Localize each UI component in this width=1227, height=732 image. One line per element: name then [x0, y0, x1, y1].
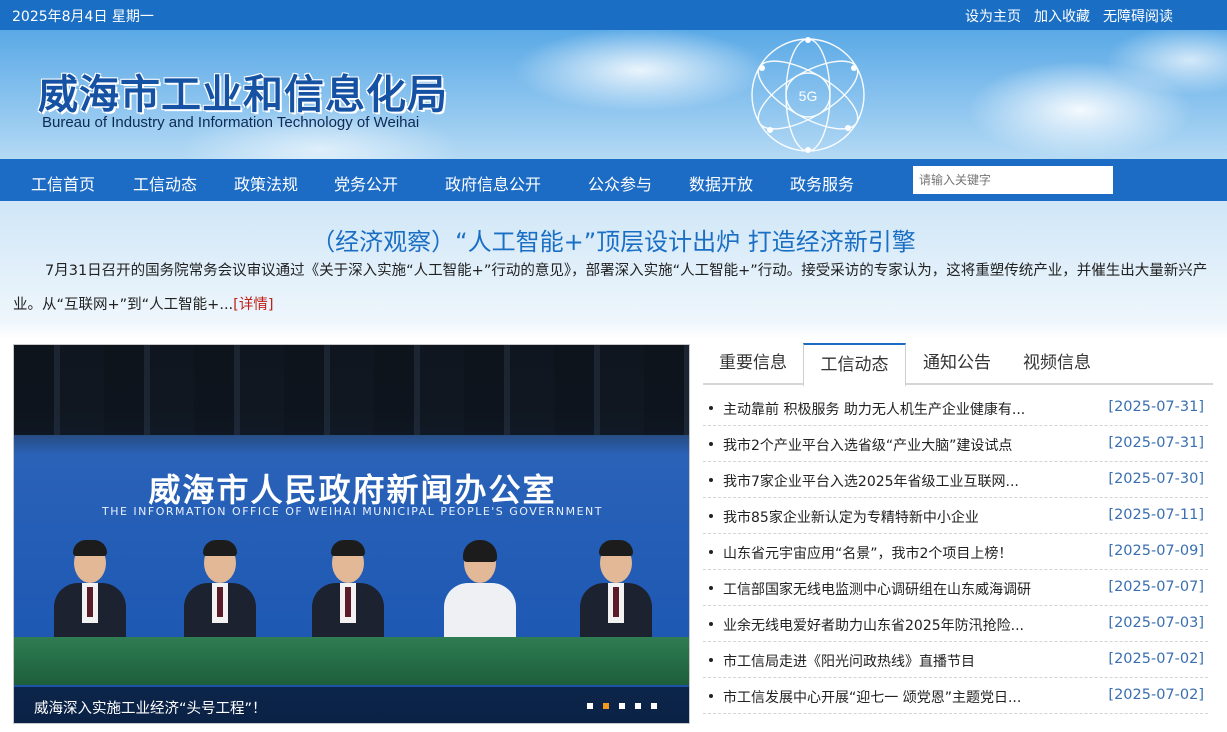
news-title[interactable]: 市工信发展中心开展“迎七一 颂党恩”主题党日... — [723, 687, 1083, 707]
backdrop-subtitle: THE INFORMATION OFFICE OF WEIHAI MUNICIP… — [101, 505, 604, 518]
slide-dot-active[interactable] — [603, 703, 609, 709]
nav-item-home[interactable]: 工信首页 — [31, 171, 95, 195]
tab-videos[interactable]: 视频信息 — [1008, 343, 1106, 385]
nav-item-policy[interactable]: 政策法规 — [234, 171, 298, 195]
nav-item-open-data[interactable]: 数据开放 — [689, 171, 753, 195]
top-bar: 2025年8月4日 星期一 设为主页 加入收藏 无障碍阅读 — [0, 0, 1227, 30]
news-date: [2025-07-09] — [1108, 543, 1204, 559]
bullet-icon — [709, 478, 713, 482]
nav-item-services[interactable]: 政务服务 — [790, 171, 854, 195]
tab-industry-news[interactable]: 工信动态 — [803, 343, 906, 387]
news-date: [2025-07-30] — [1108, 471, 1204, 487]
accessibility-link[interactable]: 无障碍阅读 — [1103, 6, 1173, 26]
news-title[interactable]: 我市7家企业平台入选2025年省级工业互联网... — [723, 471, 1083, 491]
detail-link[interactable]: [详情] — [233, 297, 273, 313]
list-item[interactable]: 业余无线电爱好者助力山东省2025年防汛抢险... [2025-07-03] — [703, 606, 1208, 642]
site-header: 威海市工业和信息化局 Bureau of Industry and Inform… — [0, 30, 1227, 159]
nav-item-gov-info[interactable]: 政府信息公开 — [445, 171, 541, 195]
tab-important[interactable]: 重要信息 — [703, 343, 803, 385]
headline-summary-text: 7月31日召开的国务院常务会议审议通过《关于深入实施“人工智能+”行动的意见》，… — [13, 263, 1208, 313]
press-table — [14, 637, 689, 685]
news-list: 主动靠前 积极服务 助力无人机生产企业健康有... [2025-07-31] 我市… — [703, 390, 1208, 714]
nav-item-public[interactable]: 公众参与 — [588, 171, 652, 195]
headline-title[interactable]: （经济观察）“人工智能+”顶层设计出炉 打造经济新引擎 — [0, 222, 1227, 257]
news-title[interactable]: 我市2个产业平台入选省级“产业大脑”建设试点 — [723, 435, 1083, 455]
list-item[interactable]: 市工信局走进《阳光问政热线》直播节目 [2025-07-02] — [703, 642, 1208, 678]
bullet-icon — [709, 586, 713, 590]
news-title[interactable]: 工信部国家无线电监测中心调研组在山东威海调研 — [723, 579, 1083, 599]
bullet-icon — [709, 694, 713, 698]
news-title[interactable]: 主动靠前 积极服务 助力无人机生产企业健康有... — [723, 399, 1083, 419]
set-homepage-link[interactable]: 设为主页 — [965, 6, 1021, 26]
list-item[interactable]: 我市7家企业平台入选2025年省级工业互联网... [2025-07-30] — [703, 462, 1208, 498]
news-title[interactable]: 我市85家企业新认定为专精特新中小企业 — [723, 507, 1083, 527]
list-item[interactable]: 主动靠前 积极服务 助力无人机生产企业健康有... [2025-07-31] — [703, 390, 1208, 426]
news-title[interactable]: 市工信局走进《阳光问政热线》直播节目 — [723, 651, 1083, 671]
press-speaker — [312, 540, 384, 643]
news-title[interactable]: 山东省元宇宙应用“名景”，我市2个项目上榜！ — [723, 543, 1083, 563]
news-date: [2025-07-02] — [1108, 687, 1204, 703]
slide-caption-bar: 威海深入实施工业经济“头号工程”！ — [14, 687, 689, 723]
news-date: [2025-07-31] — [1108, 399, 1204, 415]
slide-dot[interactable] — [651, 703, 657, 709]
bullet-icon — [709, 550, 713, 554]
news-title[interactable]: 业余无线电爱好者助力山东省2025年防汛抢险... — [723, 615, 1083, 635]
site-title: 威海市工业和信息化局 — [38, 71, 448, 118]
network-globe-icon: 5G — [751, 37, 865, 153]
press-speaker — [54, 540, 126, 643]
emblem-label: 5G — [799, 88, 818, 104]
slide-dot[interactable] — [635, 703, 641, 709]
bullet-icon — [709, 658, 713, 662]
press-speaker — [184, 540, 256, 643]
list-item[interactable]: 山东省元宇宙应用“名景”，我市2个项目上榜！ [2025-07-09] — [703, 534, 1208, 570]
news-date: [2025-07-11] — [1108, 507, 1204, 523]
top-links: 设为主页 加入收藏 无障碍阅读 — [965, 6, 1173, 26]
add-favorite-link[interactable]: 加入收藏 — [1034, 6, 1090, 26]
current-date: 2025年8月4日 星期一 — [12, 9, 154, 25]
news-tabs: 重要信息 工信动态 通知公告 视频信息 — [703, 343, 1213, 387]
site-subtitle: Bureau of Industry and Information Techn… — [42, 114, 420, 131]
news-date: [2025-07-02] — [1108, 651, 1204, 667]
list-item[interactable]: 市工信发展中心开展“迎七一 颂党恩”主题党日... [2025-07-02] — [703, 678, 1208, 714]
list-item[interactable]: 我市85家企业新认定为专精特新中小企业 [2025-07-11] — [703, 498, 1208, 534]
tab-notices[interactable]: 通知公告 — [906, 343, 1008, 385]
slide-dot[interactable] — [587, 703, 593, 709]
bullet-icon — [709, 514, 713, 518]
main-nav: 工信首页 工信动态 政策法规 党务公开 政府信息公开 公众参与 数据开放 政务服… — [0, 159, 1227, 201]
search-input[interactable] — [913, 166, 1113, 194]
bullet-icon — [709, 622, 713, 626]
slide-dot[interactable] — [619, 703, 625, 709]
list-item[interactable]: 我市2个产业平台入选省级“产业大脑”建设试点 [2025-07-31] — [703, 426, 1208, 462]
slide-caption[interactable]: 威海深入实施工业经济“头号工程”！ — [34, 697, 267, 718]
bullet-icon — [709, 442, 713, 446]
slide-indicators — [587, 703, 657, 709]
press-speaker — [580, 540, 652, 643]
bullet-icon — [709, 406, 713, 410]
headline-summary: 7月31日召开的国务院常务会议审议通过《关于深入实施“人工智能+”行动的意见》，… — [13, 254, 1213, 322]
press-speaker — [444, 540, 516, 643]
news-date: [2025-07-03] — [1108, 615, 1204, 631]
news-date: [2025-07-31] — [1108, 435, 1204, 451]
nav-item-news[interactable]: 工信动态 — [133, 171, 197, 195]
photo-slideshow[interactable]: 威海市人民政府新闻办公室 THE INFORMATION OFFICE OF W… — [13, 344, 690, 724]
news-date: [2025-07-07] — [1108, 579, 1204, 595]
studio-lighting-rig — [14, 345, 689, 435]
list-item[interactable]: 工信部国家无线电监测中心调研组在山东威海调研 [2025-07-07] — [703, 570, 1208, 606]
nav-item-party[interactable]: 党务公开 — [334, 171, 398, 195]
